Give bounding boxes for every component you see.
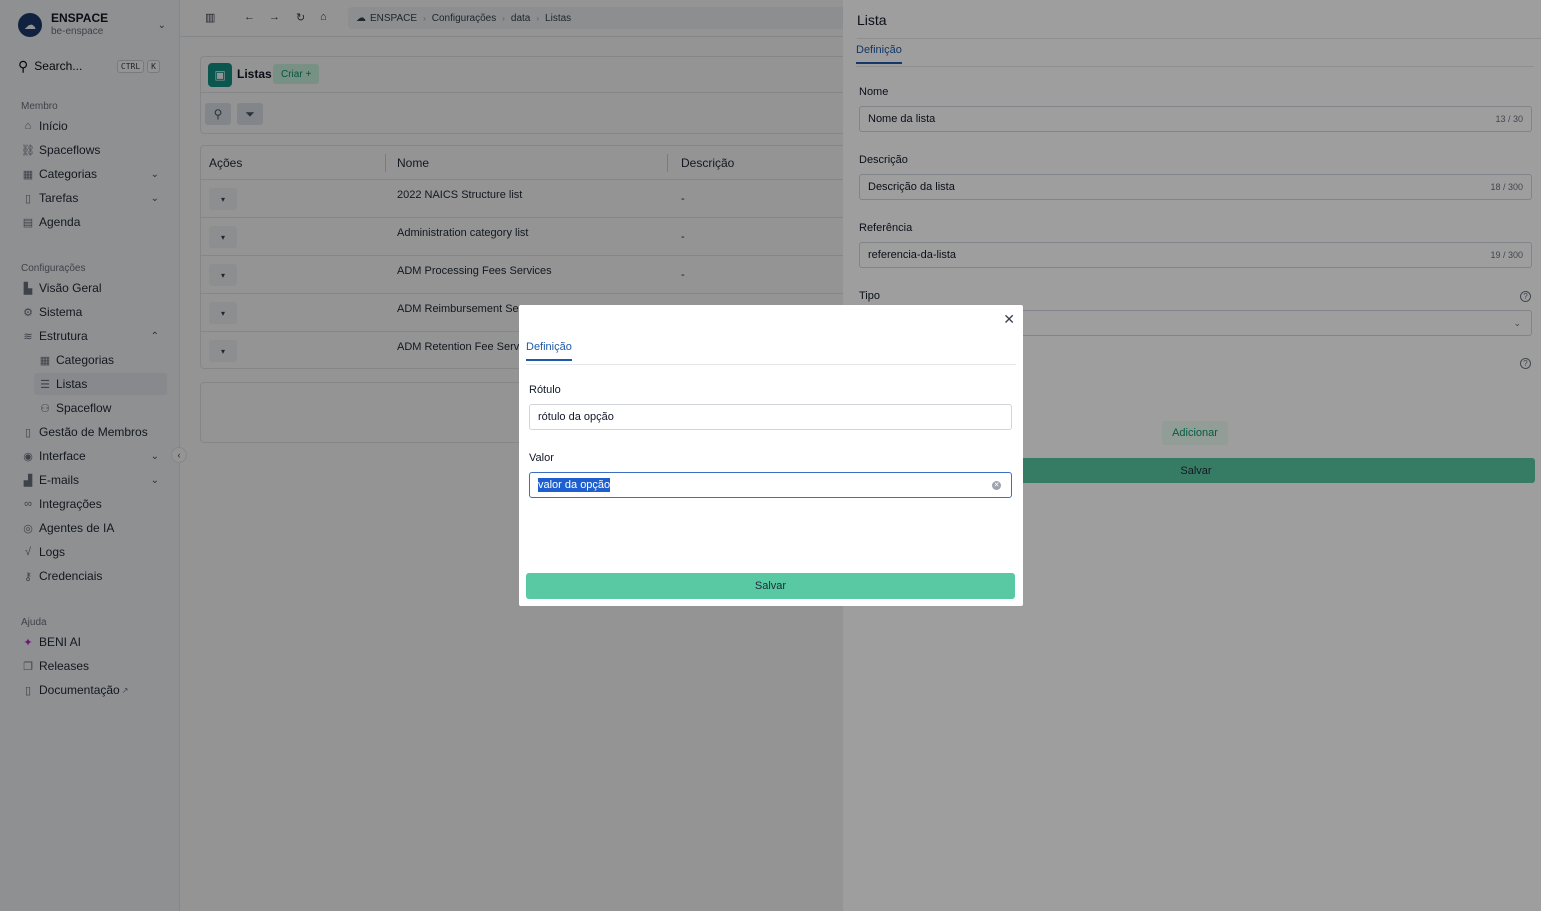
rotulo-value: rótulo da opção [538, 411, 614, 423]
clear-icon[interactable]: ✕ [992, 480, 1001, 490]
rotulo-field[interactable]: rótulo da opção [529, 404, 1012, 430]
valor-label: Valor [529, 452, 554, 464]
rotulo-label: Rótulo [529, 384, 561, 396]
valor-field[interactable]: valor da opção ✕ [529, 472, 1012, 498]
option-modal: ✕ Definição Rótulo rótulo da opção Valor… [519, 305, 1023, 606]
close-icon[interactable]: ✕ [1003, 311, 1015, 328]
tab-definicao[interactable]: Definição [526, 341, 572, 361]
valor-value: valor da opção [538, 478, 611, 492]
modal-save-button[interactable]: Salvar [526, 573, 1015, 599]
